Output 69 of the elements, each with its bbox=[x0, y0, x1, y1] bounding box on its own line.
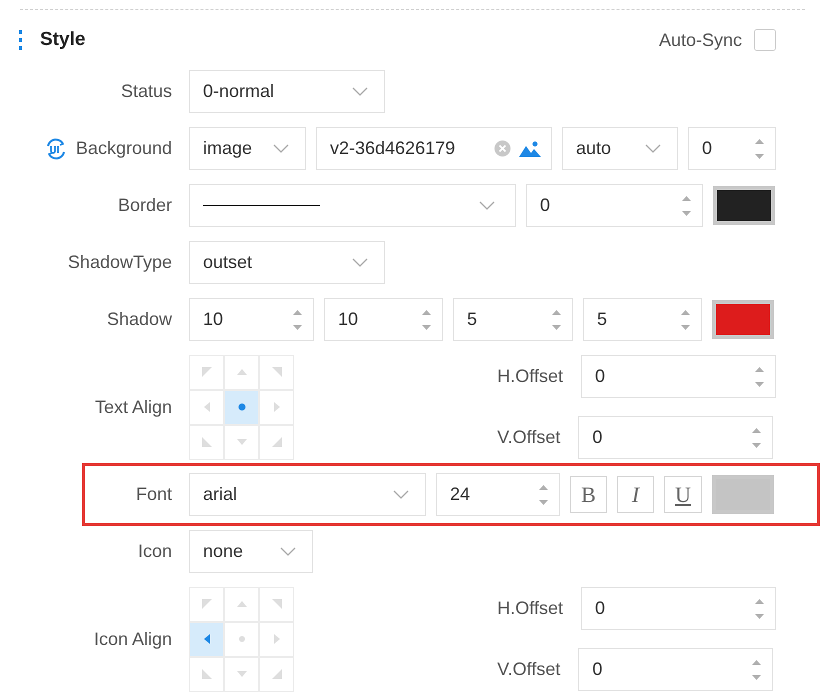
field-label: Icon Align bbox=[94, 628, 172, 651]
number-field[interactable]: 0 bbox=[578, 416, 774, 459]
chevron-down-icon bbox=[645, 144, 661, 153]
color-swatch[interactable] bbox=[712, 475, 774, 514]
field-label: Shadow bbox=[106, 308, 172, 331]
color-swatch[interactable] bbox=[712, 300, 774, 339]
align-cell[interactable] bbox=[189, 622, 224, 656]
align-cell[interactable] bbox=[189, 424, 224, 460]
dropdown[interactable]: image bbox=[189, 127, 306, 170]
align-cell[interactable] bbox=[189, 390, 224, 424]
chevron-down-icon bbox=[280, 547, 296, 556]
number-field[interactable]: 0 bbox=[688, 127, 776, 170]
offset-label: H.Offset bbox=[497, 597, 563, 620]
number-field[interactable]: 24 bbox=[436, 473, 560, 516]
underline-button[interactable]: U bbox=[664, 476, 702, 513]
offset-label: V.Offset bbox=[497, 426, 560, 449]
field-label: Background bbox=[76, 137, 172, 160]
align-cell[interactable] bbox=[224, 354, 259, 390]
chevron-down-icon bbox=[273, 144, 289, 153]
dropdown[interactable]: outset bbox=[189, 241, 385, 284]
auto-sync-label: Auto-Sync bbox=[658, 28, 742, 52]
align-cell[interactable] bbox=[259, 424, 294, 460]
dropdown[interactable]: auto bbox=[562, 127, 678, 170]
number-field[interactable]: 10 bbox=[324, 298, 443, 341]
offset-label: V.Offset bbox=[497, 658, 560, 681]
align-cell[interactable] bbox=[259, 390, 294, 424]
auto-sync-checkbox[interactable] bbox=[754, 29, 776, 51]
align-cell[interactable] bbox=[224, 586, 259, 622]
field-label: Border bbox=[118, 194, 172, 217]
file-field[interactable]: v2-36d4626179 bbox=[316, 127, 552, 170]
section-title: Style bbox=[40, 28, 86, 52]
number-field[interactable]: 0 bbox=[581, 587, 776, 630]
color-swatch[interactable] bbox=[713, 186, 775, 225]
align-cell[interactable] bbox=[259, 622, 294, 656]
align-cell[interactable] bbox=[189, 586, 224, 622]
field-label: Text Align bbox=[94, 396, 172, 419]
align-cell[interactable] bbox=[259, 586, 294, 622]
offset-label: H.Offset bbox=[497, 365, 563, 388]
field-label: Icon bbox=[138, 540, 172, 563]
dropdown[interactable]: arial bbox=[189, 473, 426, 516]
align-cell[interactable] bbox=[189, 354, 224, 390]
chevron-down-icon bbox=[393, 490, 409, 499]
align-cell[interactable] bbox=[259, 354, 294, 390]
drag-handle-icon bbox=[18, 29, 24, 51]
number-field[interactable]: 0 bbox=[578, 648, 774, 691]
chevron-down-icon bbox=[352, 258, 368, 267]
align-cell[interactable] bbox=[259, 656, 294, 692]
clear-icon[interactable] bbox=[494, 140, 511, 157]
field-label: ShadowType bbox=[68, 251, 172, 274]
number-field[interactable]: 5 bbox=[583, 298, 702, 341]
image-icon[interactable] bbox=[519, 140, 541, 157]
italic-button[interactable]: I bbox=[617, 476, 654, 513]
number-field[interactable]: 0 bbox=[581, 355, 776, 398]
field-label: Status bbox=[120, 80, 172, 103]
field-label: Font bbox=[136, 483, 172, 506]
chevron-down-icon bbox=[352, 87, 368, 96]
number-field[interactable]: 10 bbox=[189, 298, 314, 341]
number-field[interactable]: 0 bbox=[526, 184, 703, 227]
line-style-dropdown[interactable] bbox=[189, 184, 516, 227]
number-field[interactable]: 5 bbox=[453, 298, 573, 341]
align-cell[interactable] bbox=[224, 622, 259, 656]
dropdown[interactable]: none bbox=[189, 530, 313, 573]
align-cell[interactable] bbox=[224, 390, 259, 424]
align-cell[interactable] bbox=[224, 656, 259, 692]
bold-button[interactable]: B bbox=[570, 476, 607, 513]
dropdown[interactable]: 0-normal bbox=[189, 70, 385, 113]
chevron-down-icon bbox=[479, 201, 495, 210]
align-cell[interactable] bbox=[224, 424, 259, 460]
align-cell[interactable] bbox=[189, 656, 224, 692]
